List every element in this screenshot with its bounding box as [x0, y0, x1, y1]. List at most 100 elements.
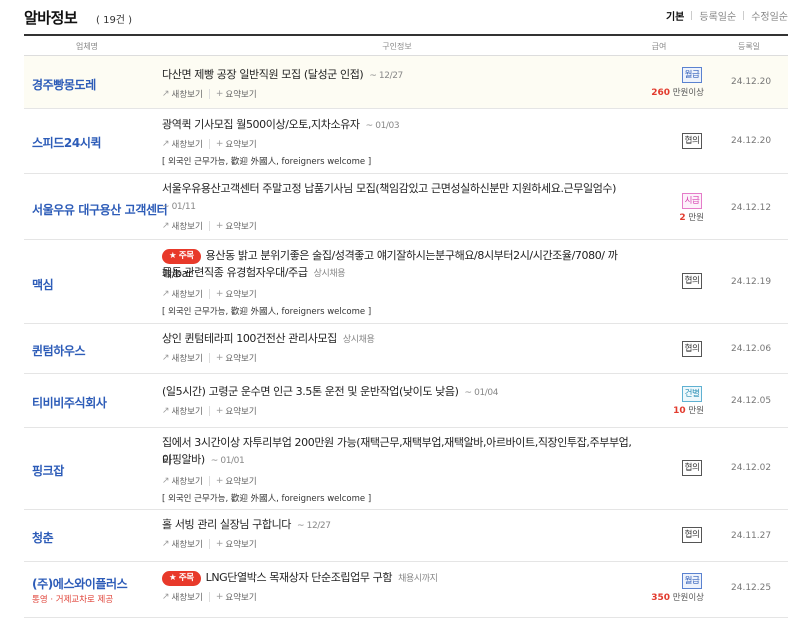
company-name[interactable]: 티비비주식회사	[32, 394, 107, 411]
job-title-text[interactable]: LNG단열박스 목재상자 단순조립업무 구함	[206, 571, 393, 584]
posted-date: 24.12.25	[731, 583, 772, 593]
col-date: 등록일	[737, 42, 761, 51]
job-title-text[interactable]: 서울우유용산고객센터 주말고정 납품기사님 모집(책임감있고 근면성실하신분만 …	[162, 182, 616, 195]
deadline: 상시채용	[342, 335, 375, 345]
summary-link[interactable]: + 요약보기	[216, 538, 257, 550]
sort-default[interactable]: 기본	[666, 8, 684, 23]
pay-amount: 350 만원이상	[651, 591, 704, 603]
company-name[interactable]: 청춘	[32, 529, 54, 546]
posted-date: 24.12.05	[731, 396, 772, 406]
row-actions: ↗ 새창보기 + 요약보기	[162, 220, 257, 232]
table-row: 경주빵몽도레 다산면 제빵 공장 일반직원 모집 (달성군 인접) ~ 12/27…	[24, 56, 788, 109]
summary-link[interactable]: + 요약보기	[216, 220, 257, 232]
deadline: 상시채용	[313, 269, 346, 279]
table-row: 핑크잡 집에서 3시간이상 자투리부업 200만원 가능(재택근무,재택부업,재…	[24, 428, 788, 510]
company-name[interactable]: 퀸텀하우스	[32, 342, 86, 359]
table-header: 업체명 구인정보 급여 등록일	[24, 34, 788, 56]
job-title[interactable]: (일5시간) 고령군 운수면 인근 3.5톤 운전 및 운반작업(낮이도 낮음)…	[162, 383, 498, 402]
new-window-link[interactable]: ↗ 새창보기	[162, 352, 203, 364]
pay-type-badge: 협의	[682, 527, 702, 543]
posted-date: 24.12.20	[731, 136, 772, 146]
posted-date: 24.12.12	[731, 203, 772, 213]
pay-unit: 만원	[685, 406, 704, 416]
summary-link[interactable]: + 요약보기	[216, 405, 257, 417]
foreigner-tags: [ 외국인 근무가능, 歡迎 外國人, foreigners welcome ]	[162, 494, 372, 504]
new-window-link[interactable]: ↗ 새창보기	[162, 538, 203, 550]
job-title-text[interactable]: 상인 퀸텀테라피 100건전산 관리사모집	[162, 332, 337, 345]
pay-value: 260	[651, 88, 671, 98]
posted-date: 24.12.02	[731, 463, 772, 473]
job-title[interactable]: 광역퀵 기사모집 월500이상/오토,지차소유자 ~ 01/03	[162, 116, 400, 135]
job-title[interactable]: 다산면 제빵 공장 일반직원 모집 (달성군 인접) ~ 12/27	[162, 66, 403, 85]
divider	[743, 11, 745, 20]
pay-value: 350	[651, 593, 671, 603]
summary-link[interactable]: + 요약보기	[216, 352, 257, 364]
external-link-icon: ↗	[162, 353, 170, 363]
company-name[interactable]: 서울우유 대구용산 고객센터	[32, 201, 168, 218]
external-link-icon: ↗	[162, 139, 170, 149]
foreigner-tags: [ 외국인 근무가능, 歡迎 外國人, foreigners welcome ]	[162, 157, 372, 167]
new-window-link[interactable]: ↗ 새창보기	[162, 88, 203, 100]
external-link-icon: ↗	[162, 476, 170, 486]
result-count: ( 19건 )	[96, 15, 133, 26]
job-title-line2[interactable]: 등등 관련직종 유경험자우대/주급 상시채용	[162, 264, 346, 283]
job-title-text[interactable]: 광역퀵 기사모집 월500이상/오토,지차소유자	[162, 118, 360, 131]
new-window-label: 새창보기	[171, 222, 203, 232]
job-title[interactable]: 상인 퀸텀테라피 100건전산 관리사모집 상시채용	[162, 330, 375, 349]
new-window-link[interactable]: ↗ 새창보기	[162, 405, 203, 417]
new-window-link[interactable]: ↗ 새창보기	[162, 220, 203, 232]
new-window-label: 새창보기	[171, 140, 203, 150]
source-label: 통영 · 거제교차로 제공	[32, 595, 114, 605]
summary-label: 요약보기	[225, 407, 257, 417]
job-title[interactable]: 서울우유용산고객센터 주말고정 납품기사님 모집(책임감있고 근면성실하신분만 …	[162, 180, 632, 198]
job-title-text[interactable]: 이핑알바)	[162, 453, 205, 466]
new-window-label: 새창보기	[171, 593, 203, 603]
company-name[interactable]: 경주빵몽도레	[32, 76, 96, 93]
summary-label: 요약보기	[225, 290, 257, 300]
pay-value: 10	[673, 406, 686, 416]
foreigner-tags: [ 외국인 근무가능, 歡迎 外國人, foreigners welcome ]	[162, 307, 372, 317]
pay-type-badge: 월급	[682, 573, 702, 589]
sort-by-registered[interactable]: 등록일순	[699, 8, 736, 23]
company-name[interactable]: 핑크잡	[32, 462, 64, 479]
row-actions: ↗ 새창보기 + 요약보기	[162, 538, 257, 550]
deadline: ~ 01/03	[365, 121, 400, 131]
divider	[208, 592, 210, 602]
summary-label: 요약보기	[225, 222, 257, 232]
external-link-icon: ↗	[162, 289, 170, 299]
job-title[interactable]: ★ 주목 LNG단열박스 목재상자 단순조립업무 구함 채용시까지	[162, 569, 438, 588]
job-title-text[interactable]: 등등 관련직종 유경험자우대/주급	[162, 266, 308, 279]
job-title-line2[interactable]: 이핑알바) ~ 01/01	[162, 451, 245, 470]
deadline: ~ 01/01	[210, 456, 245, 466]
summary-label: 요약보기	[225, 354, 257, 364]
job-title[interactable]: 홀 서빙 관리 실장님 구합니다 ~ 12/27	[162, 516, 331, 535]
company-name[interactable]: 맥심	[32, 276, 54, 293]
summary-link[interactable]: + 요약보기	[216, 138, 257, 150]
new-window-link[interactable]: ↗ 새창보기	[162, 475, 203, 487]
job-title-text[interactable]: (일5시간) 고령군 운수면 인근 3.5톤 운전 및 운반작업(낮이도 낮음)	[162, 385, 459, 398]
company-name[interactable]: 스피드24시퀵	[32, 134, 102, 151]
new-window-link[interactable]: ↗ 새창보기	[162, 288, 203, 300]
new-window-label: 새창보기	[171, 477, 203, 487]
new-window-link[interactable]: ↗ 새창보기	[162, 591, 203, 603]
job-title-text[interactable]: 홀 서빙 관리 실장님 구합니다	[162, 518, 291, 531]
company-name[interactable]: (주)에스와이플러스	[32, 575, 128, 592]
pay-unit: 만원	[685, 213, 704, 223]
summary-label: 요약보기	[225, 140, 257, 150]
plus-icon: +	[215, 139, 224, 149]
summary-link[interactable]: + 요약보기	[216, 88, 257, 100]
section-title: 알바정보	[24, 9, 78, 27]
pay-type-badge: 시급	[682, 193, 702, 209]
summary-link[interactable]: + 요약보기	[216, 288, 257, 300]
new-window-link[interactable]: ↗ 새창보기	[162, 138, 203, 150]
job-title-text[interactable]: 다산면 제빵 공장 일반직원 모집 (달성군 인접)	[162, 68, 364, 81]
summary-link[interactable]: + 요약보기	[216, 475, 257, 487]
sort-by-modified[interactable]: 수정일순	[751, 8, 788, 23]
new-window-label: 새창보기	[171, 290, 203, 300]
plus-icon: +	[215, 476, 224, 486]
divider	[208, 289, 210, 299]
pay-type-badge: 협의	[682, 341, 702, 357]
deadline: 채용시까지	[398, 574, 438, 584]
divider	[691, 11, 693, 20]
summary-link[interactable]: + 요약보기	[216, 591, 257, 603]
